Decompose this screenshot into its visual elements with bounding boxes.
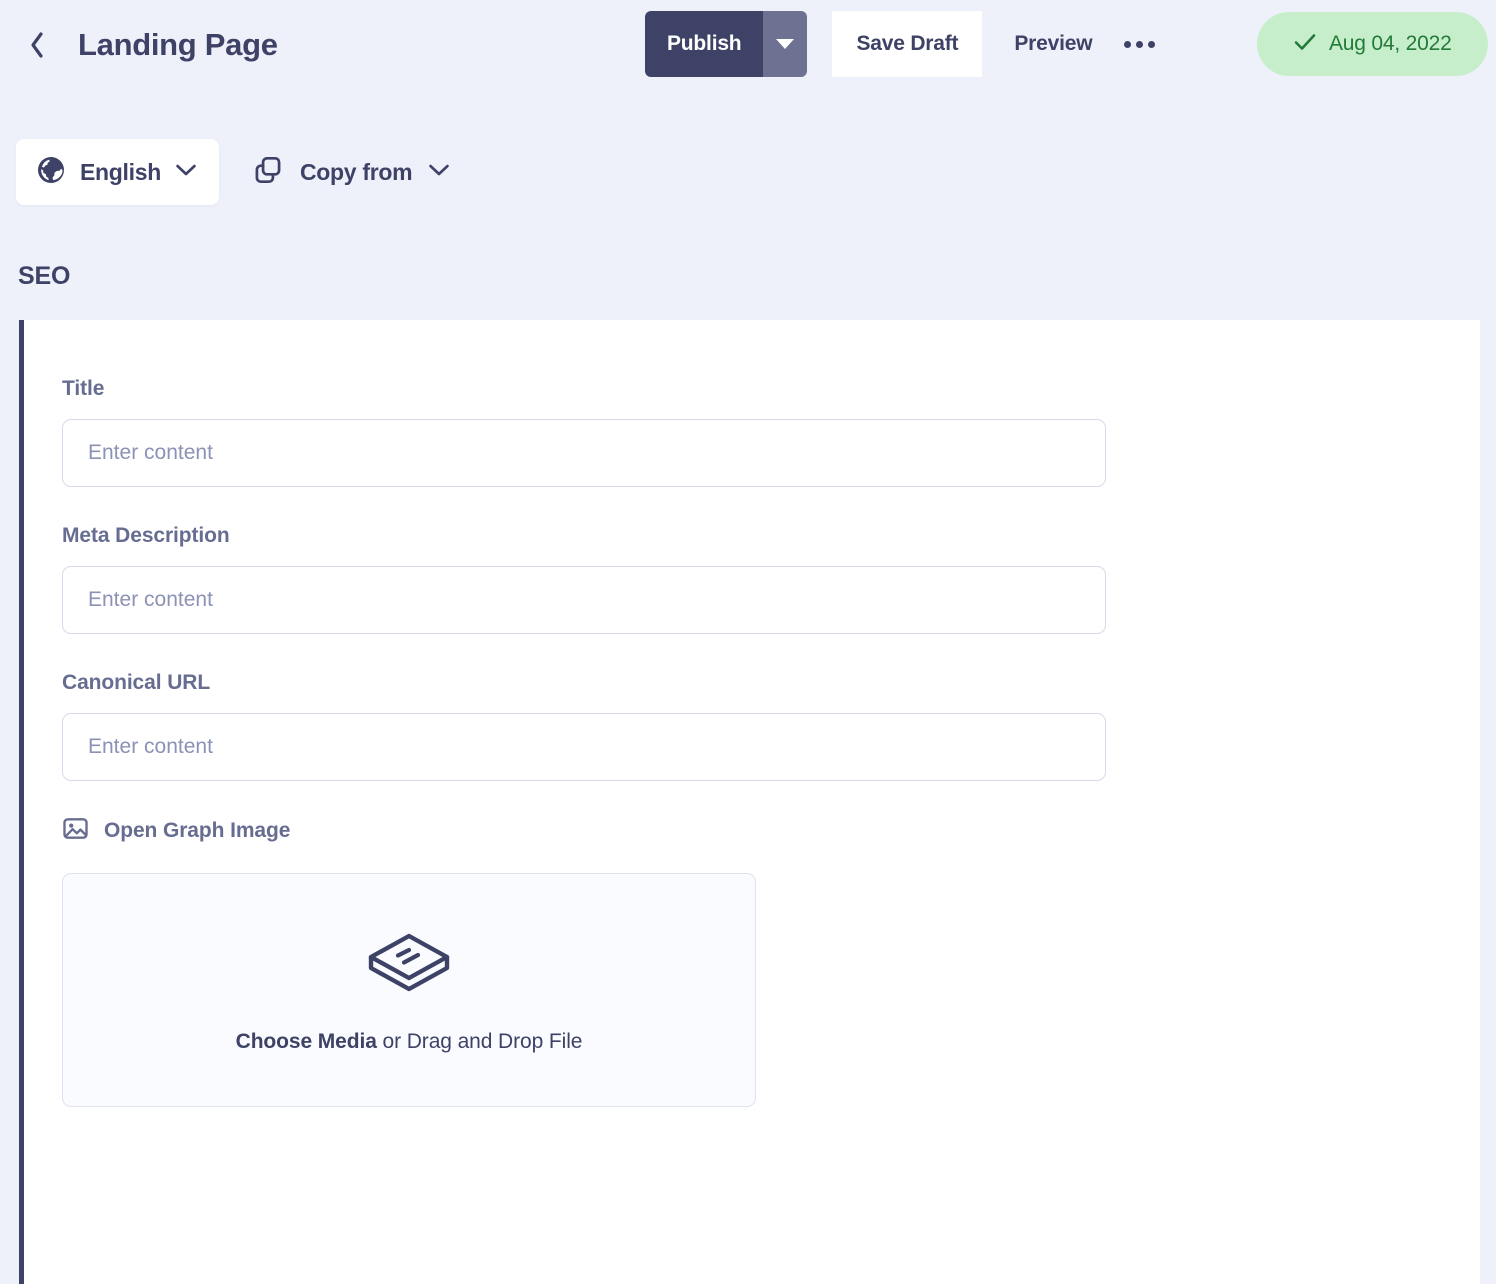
- globe-icon: [36, 155, 66, 190]
- title-input[interactable]: [62, 419, 1106, 487]
- page-header: Landing Page Publish Save Draft Preview: [0, 0, 1496, 89]
- chevron-left-icon: [27, 30, 47, 60]
- dropzone-text: Choose Media or Drag and Drop File: [236, 1030, 583, 1054]
- canonical-url-input[interactable]: [62, 713, 1106, 781]
- copy-from-selector[interactable]: Copy from: [248, 144, 454, 200]
- language-selector[interactable]: English: [16, 139, 219, 205]
- back-button[interactable]: [20, 28, 54, 62]
- media-box-icon: [363, 927, 455, 1004]
- field-label: Canonical URL: [62, 671, 211, 694]
- field-canonical-url: Canonical URL: [62, 671, 1480, 781]
- section-heading: SEO: [18, 262, 71, 290]
- field-label: Title: [62, 377, 105, 400]
- choose-media-link[interactable]: Choose Media: [236, 1030, 377, 1053]
- media-dropzone[interactable]: Choose Media or Drag and Drop File: [62, 873, 756, 1107]
- preview-button[interactable]: Preview: [996, 11, 1110, 77]
- status-badge-date: Aug 04, 2022: [1329, 32, 1452, 55]
- copy-icon: [252, 154, 284, 191]
- field-open-graph-image: Open Graph Image Choose Media or Drag an…: [62, 815, 1480, 1107]
- seo-card: Title Meta Description Canonical URL: [19, 320, 1480, 1284]
- check-icon: [1293, 32, 1317, 57]
- language-label: English: [80, 158, 161, 185]
- app-root: Landing Page Publish Save Draft Preview: [0, 0, 1496, 1284]
- copy-from-label: Copy from: [299, 158, 413, 185]
- publish-button[interactable]: Publish: [645, 11, 764, 77]
- save-draft-button[interactable]: Save Draft: [832, 11, 983, 77]
- field-title: Title: [62, 377, 1480, 487]
- meta-description-input[interactable]: [62, 566, 1106, 634]
- more-options-button[interactable]: [1116, 21, 1162, 67]
- open-graph-label-row: Open Graph Image: [62, 815, 1480, 847]
- ellipsis-icon: [1123, 40, 1155, 48]
- field-label: Meta Description: [62, 524, 230, 547]
- dropzone-rest-text: or Drag and Drop File: [376, 1029, 583, 1053]
- open-graph-label: Open Graph Image: [104, 819, 291, 842]
- publish-split-button[interactable]: Publish: [645, 11, 808, 77]
- publish-dropdown-button[interactable]: [763, 11, 808, 77]
- chevron-down-icon: [428, 163, 450, 182]
- seo-card-content: Title Meta Description Canonical URL: [24, 320, 1480, 1107]
- header-actions: Publish Save Draft Preview: [645, 11, 1162, 77]
- status-badge: Aug 04, 2022: [1257, 12, 1488, 76]
- language-toolbar: English Copy from: [16, 139, 454, 205]
- chevron-down-icon: [175, 163, 197, 182]
- field-meta-description: Meta Description: [62, 524, 1480, 634]
- page-title: Landing Page: [78, 26, 278, 62]
- chevron-down-icon: [776, 39, 795, 49]
- image-icon: [62, 815, 89, 847]
